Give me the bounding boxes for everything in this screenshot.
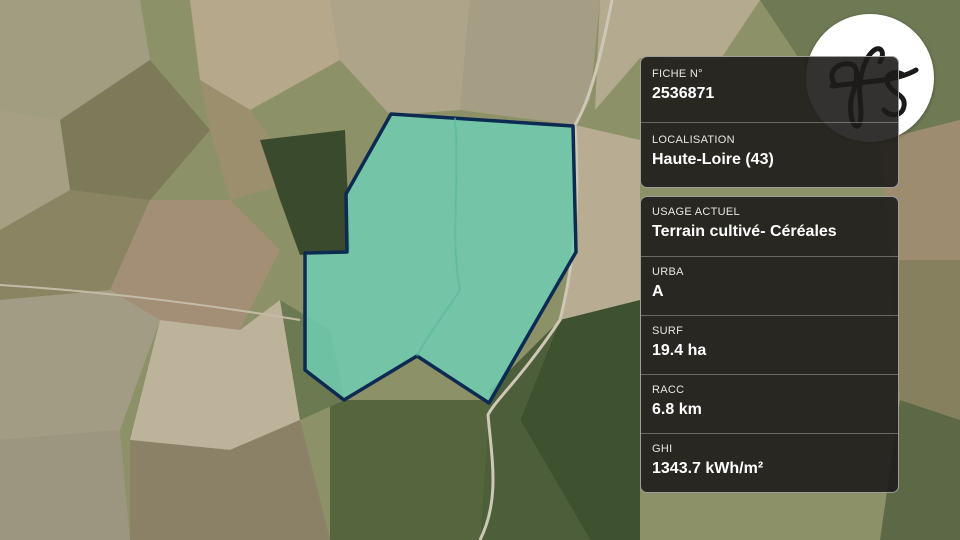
info-row-surf: SURF 19.4 ha [641,315,898,374]
info-value: 19.4 ha [652,342,707,359]
info-value: Haute-Loire (43) [652,151,774,168]
info-label: LOCALISATION [652,134,735,146]
info-label: GHI [652,443,673,455]
info-label: USAGE ACTUEL [652,206,740,218]
info-row-localisation: LOCALISATION Haute-Loire (43) [641,122,898,187]
info-row-ghi: GHI 1343.7 kWh/m² [641,433,898,492]
info-card-details: USAGE ACTUEL Terrain cultivé- Céréales U… [640,196,899,493]
info-row-racc: RACC 6.8 km [641,374,898,433]
info-row-usage: USAGE ACTUEL Terrain cultivé- Céréales [641,197,898,256]
info-label: FICHE N° [652,68,703,80]
info-value: 1343.7 kWh/m² [652,460,764,477]
info-row-fiche: FICHE N° 2536871 [641,57,898,122]
info-row-urba: URBA A [641,256,898,315]
info-value: 2536871 [652,85,715,102]
info-card-identification: FICHE N° 2536871 LOCALISATION Haute-Loir… [640,56,899,188]
info-value: Terrain cultivé- Céréales [652,223,837,240]
info-label: RACC [652,384,685,396]
info-label: SURF [652,325,684,337]
info-value: A [652,283,664,300]
info-value: 6.8 km [652,401,702,418]
info-label: URBA [652,266,684,278]
